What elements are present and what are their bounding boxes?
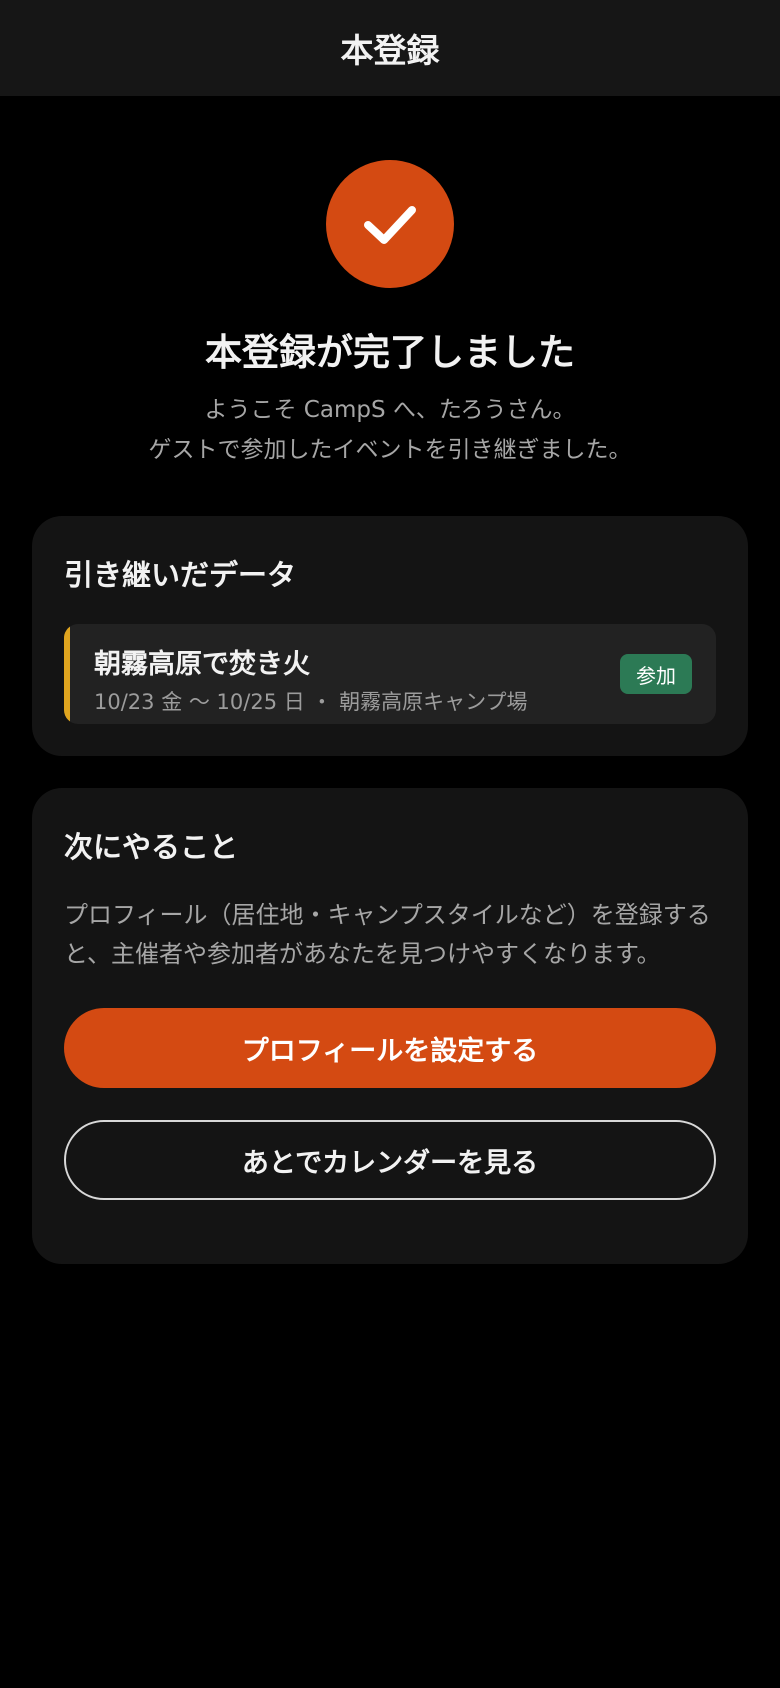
success-message-line: ようこそ CampS へ、たろうさん。 [204, 397, 576, 423]
success-message-line: ゲストで参加したイベントを引き継ぎました。 [148, 437, 632, 463]
inherited-data-title: 引き継いだデータ [64, 558, 297, 592]
check-icon [364, 206, 416, 244]
success-title: 本登録が完了しました [205, 331, 575, 374]
app-header: 本登録 [0, 0, 780, 96]
status-badge: 参加 [620, 654, 692, 694]
next-steps-description-line: プロフィール（居住地・キャンプスタイルなど）を登録する [64, 901, 711, 929]
event-accent-bar [64, 624, 70, 724]
next-steps-title: 次にやること [64, 830, 239, 864]
event-item[interactable]: 朝霧高原で焚き火 10/23 金 〜 10/25 日 ・ 朝霧高原キャンプ場 参… [64, 624, 716, 724]
next-steps-card: 次にやること プロフィール（居住地・キャンプスタイルなど）を登録する と、主催者… [32, 788, 748, 1264]
page-title: 本登録 [340, 31, 440, 70]
event-name: 朝霧高原で焚き火 [94, 649, 310, 680]
success-badge [326, 160, 454, 288]
inherited-data-card: 引き継いだデータ 朝霧高原で焚き火 10/23 金 〜 10/25 日 ・ 朝霧… [32, 516, 748, 756]
next-steps-description: プロフィール（居住地・キャンプスタイルなど）を登録する と、主催者や参加者があな… [64, 896, 724, 974]
set-profile-button[interactable]: プロフィールを設定する [64, 1008, 716, 1088]
success-message: ようこそ CampS へ、たろうさん。 ゲストで参加したイベントを引き継ぎました… [0, 390, 780, 470]
event-meta: 10/23 金 〜 10/25 日 ・ 朝霧高原キャンプ場 [94, 690, 528, 714]
view-calendar-later-button[interactable]: あとでカレンダーを見る [64, 1120, 716, 1200]
next-steps-description-line: と、主催者や参加者があなたを見つけやすくなります。 [64, 940, 661, 968]
